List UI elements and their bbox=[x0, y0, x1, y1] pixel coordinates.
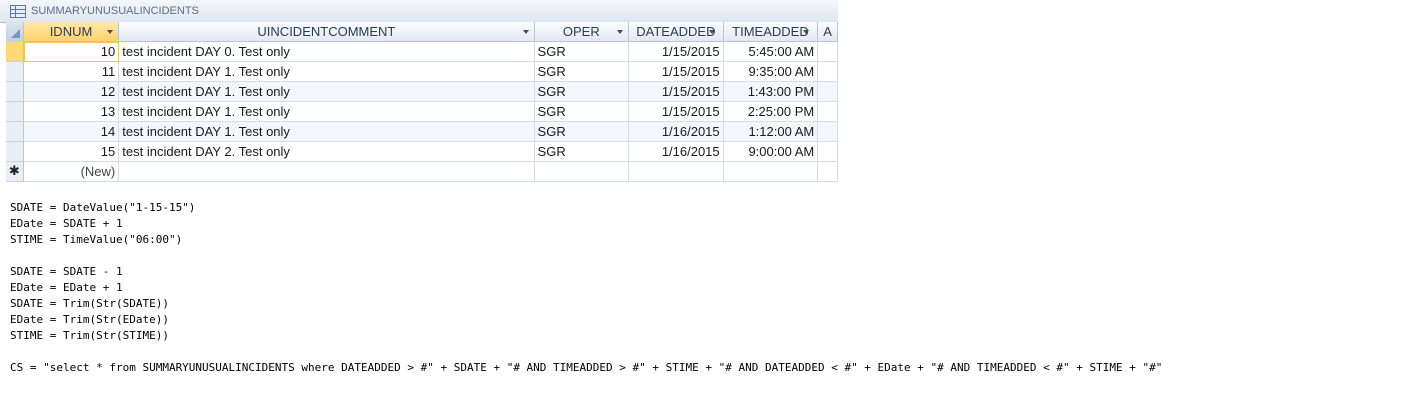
column-header-extra[interactable]: A bbox=[818, 22, 838, 42]
code-line: CS = "select * from SUMMARYUNUSUALINCIDE… bbox=[10, 361, 1163, 374]
code-line: STIME = Trim(Str(STIME)) bbox=[10, 329, 169, 342]
chevron-down-icon[interactable] bbox=[522, 30, 529, 34]
table-row[interactable]: 14 test incident DAY 1. Test only SGR 1/… bbox=[6, 122, 838, 142]
cell-idnum[interactable]: 13 bbox=[23, 102, 120, 122]
cell-extra[interactable] bbox=[818, 62, 838, 82]
chevron-down-icon[interactable] bbox=[803, 30, 810, 34]
table-row[interactable]: 15 test incident DAY 2. Test only SGR 1/… bbox=[6, 142, 838, 162]
row-selector[interactable] bbox=[6, 42, 24, 62]
code-line: EDate = SDATE + 1 bbox=[10, 217, 123, 230]
cell-comment[interactable]: test incident DAY 1. Test only bbox=[119, 122, 535, 142]
cell-timeadded[interactable]: 1:43:00 PM bbox=[723, 82, 819, 102]
table-row[interactable]: 10 test incident DAY 0. Test only SGR 1/… bbox=[6, 42, 838, 62]
code-line: SDATE = Trim(Str(SDATE)) bbox=[10, 297, 169, 310]
cell-oper[interactable]: SGR bbox=[534, 102, 630, 122]
code-line: EDate = EDate + 1 bbox=[10, 281, 123, 294]
chevron-down-icon[interactable] bbox=[617, 30, 624, 34]
column-header-label: TIMEADDED bbox=[732, 24, 809, 39]
column-header-label: UINCIDENTCOMMENT bbox=[257, 24, 396, 39]
chevron-down-icon[interactable] bbox=[107, 30, 114, 34]
cell-timeadded[interactable]: 1:12:00 AM bbox=[723, 122, 819, 142]
code-line: SDATE = DateValue("1-15-15") bbox=[10, 201, 196, 214]
cell-timeadded[interactable]: 9:35:00 AM bbox=[723, 62, 819, 82]
cell-oper[interactable]: SGR bbox=[534, 142, 630, 162]
row-selector[interactable] bbox=[6, 142, 24, 162]
code-snippet: SDATE = DateValue("1-15-15") EDate = SDAT… bbox=[10, 200, 1162, 376]
cell-new-comment[interactable] bbox=[119, 162, 535, 182]
row-selector[interactable] bbox=[6, 102, 24, 122]
cell-oper[interactable]: SGR bbox=[534, 62, 630, 82]
new-record-icon[interactable]: ✱ bbox=[6, 162, 24, 182]
cell-comment[interactable]: test incident DAY 0. Test only bbox=[119, 42, 535, 62]
cell-extra[interactable] bbox=[818, 122, 838, 142]
cell-dateadded[interactable]: 1/15/2015 bbox=[629, 82, 724, 102]
cell-dateadded[interactable]: 1/16/2015 bbox=[629, 122, 724, 142]
cell-extra[interactable] bbox=[818, 82, 838, 102]
column-header-label: DATEADDED bbox=[636, 24, 716, 39]
cell-new-oper[interactable] bbox=[534, 162, 630, 182]
cell-idnum[interactable]: 12 bbox=[23, 82, 120, 102]
cell-idnum[interactable]: 10 bbox=[23, 42, 120, 62]
column-header-oper[interactable]: OPER bbox=[534, 22, 630, 42]
datasheet-title: SUMMARYUNUSUALINCIDENTS bbox=[31, 5, 199, 17]
cell-new-extra[interactable] bbox=[818, 162, 838, 182]
cell-timeadded[interactable]: 2:25:00 PM bbox=[723, 102, 819, 122]
cell-dateadded[interactable]: 1/15/2015 bbox=[629, 42, 724, 62]
column-header-comment[interactable]: UINCIDENTCOMMENT bbox=[119, 22, 535, 42]
cell-oper[interactable]: SGR bbox=[534, 82, 630, 102]
datasheet-grid: IDNUM UINCIDENTCOMMENT OPER DATEADDED TI… bbox=[6, 22, 838, 182]
datasheet-tab[interactable]: SUMMARYUNUSUALINCIDENTS bbox=[0, 0, 838, 23]
header-row: IDNUM UINCIDENTCOMMENT OPER DATEADDED TI… bbox=[6, 22, 838, 42]
cell-idnum[interactable]: 11 bbox=[23, 62, 120, 82]
cell-oper[interactable]: SGR bbox=[534, 122, 630, 142]
column-header-dateadded[interactable]: DATEADDED bbox=[629, 22, 724, 42]
cell-extra[interactable] bbox=[818, 142, 838, 162]
cell-new-dateadded[interactable] bbox=[629, 162, 724, 182]
table-row[interactable]: 13 test incident DAY 1. Test only SGR 1/… bbox=[6, 102, 838, 122]
row-selector[interactable] bbox=[6, 62, 24, 82]
cell-idnum[interactable]: 14 bbox=[23, 122, 120, 142]
table-row[interactable]: 12 test incident DAY 1. Test only SGR 1/… bbox=[6, 82, 838, 102]
cell-extra[interactable] bbox=[818, 102, 838, 122]
row-selector[interactable] bbox=[6, 122, 24, 142]
code-line: SDATE = SDATE - 1 bbox=[10, 265, 123, 278]
datasheet-window: SUMMARYUNUSUALINCIDENTS IDNUM UINCIDENTC… bbox=[0, 0, 838, 186]
column-header-label: OPER bbox=[562, 24, 600, 39]
code-line: STIME = TimeValue("06:00") bbox=[10, 233, 183, 246]
cell-comment[interactable]: test incident DAY 1. Test only bbox=[119, 62, 535, 82]
cell-oper[interactable]: SGR bbox=[534, 42, 630, 62]
code-line: EDate = Trim(Str(EDate)) bbox=[10, 313, 169, 326]
column-header-label: A bbox=[823, 24, 832, 39]
chevron-down-icon[interactable] bbox=[708, 30, 715, 34]
cell-dateadded[interactable]: 1/15/2015 bbox=[629, 62, 724, 82]
new-record-row[interactable]: ✱ (New) bbox=[6, 162, 838, 182]
table-icon bbox=[10, 4, 26, 18]
select-all-icon bbox=[10, 29, 20, 38]
column-header-idnum[interactable]: IDNUM bbox=[23, 22, 120, 42]
cell-new-idnum[interactable]: (New) bbox=[23, 162, 120, 182]
row-selector[interactable] bbox=[6, 82, 24, 102]
cell-comment[interactable]: test incident DAY 2. Test only bbox=[119, 142, 535, 162]
select-all-button[interactable] bbox=[6, 22, 24, 42]
cell-dateadded[interactable]: 1/15/2015 bbox=[629, 102, 724, 122]
cell-idnum[interactable]: 15 bbox=[23, 142, 120, 162]
column-header-label: IDNUM bbox=[49, 24, 93, 39]
cell-timeadded[interactable]: 5:45:00 AM bbox=[723, 42, 819, 62]
column-header-timeadded[interactable]: TIMEADDED bbox=[723, 22, 819, 42]
cell-dateadded[interactable]: 1/16/2015 bbox=[629, 142, 724, 162]
cell-extra[interactable] bbox=[818, 42, 838, 62]
cell-new-timeadded[interactable] bbox=[723, 162, 819, 182]
table-row[interactable]: 11 test incident DAY 1. Test only SGR 1/… bbox=[6, 62, 838, 82]
cell-timeadded[interactable]: 9:00:00 AM bbox=[723, 142, 819, 162]
cell-comment[interactable]: test incident DAY 1. Test only bbox=[119, 102, 535, 122]
cell-comment[interactable]: test incident DAY 1. Test only bbox=[119, 82, 535, 102]
